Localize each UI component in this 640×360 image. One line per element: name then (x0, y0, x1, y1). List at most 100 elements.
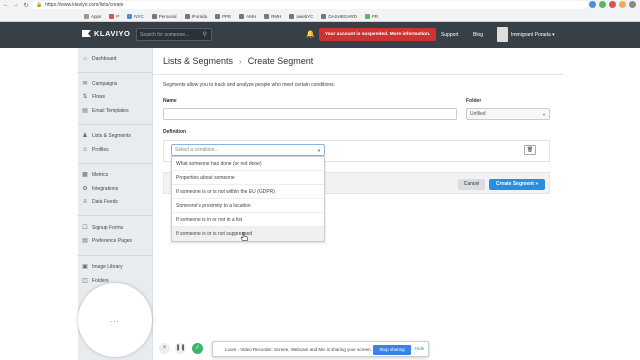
sidebar-item-profiles[interactable]: ☺ Profiles (82, 147, 109, 153)
right-gutter (563, 48, 640, 360)
bookmark[interactable]: PR (364, 13, 378, 19)
sidebar-item-flows[interactable]: ⇅ Flows (82, 94, 105, 100)
megaphone-icon: ✉ (82, 81, 88, 87)
stop-sharing-button[interactable]: Stop sharing (373, 345, 411, 355)
feed-icon: ≡ (83, 199, 87, 205)
folder-icon (264, 13, 270, 19)
logo-flag-icon (82, 30, 91, 37)
support-link[interactable]: Support (441, 32, 459, 38)
sidebar-item-metrics[interactable]: ▩ Metrics (82, 172, 108, 178)
extension-icon[interactable] (609, 1, 616, 8)
sidebar-item-preference-pages[interactable]: ▤ Preference Pages (82, 238, 132, 244)
lock-icon: 🔒 (36, 2, 43, 8)
bookmark-icon (109, 13, 115, 19)
pause-icon[interactable]: ❚❚ (175, 343, 186, 354)
bookmark[interactable]: AMH (239, 13, 256, 19)
folder-icon: ◫ (82, 278, 88, 284)
condition-select[interactable]: Select a condition... ▼ (171, 144, 325, 156)
check-icon[interactable]: ✓ (192, 343, 203, 354)
bookmark-icon (364, 13, 370, 19)
folder-icon (289, 13, 295, 19)
apps-icon (84, 13, 89, 19)
sidebar-item-lists-segments[interactable]: ♟ Lists & Segments (82, 133, 131, 139)
sidebar-item-dashboard[interactable]: ⌂ Dashboard (82, 56, 116, 62)
condition-option[interactable]: Properties about someone (172, 171, 324, 185)
user-menu[interactable]: Immigrant Porada ▾ (511, 32, 555, 38)
users-icon: ♟ (82, 133, 88, 139)
bell-icon[interactable]: 🔔 (306, 30, 315, 38)
trash-icon[interactable]: 🗑 (524, 145, 536, 155)
flow-icon: ⇅ (82, 94, 88, 100)
sidebar-item-campaigns[interactable]: ✉ Campaigns (82, 81, 117, 87)
cancel-button[interactable]: Cancel (458, 179, 485, 190)
klaviyo-logo[interactable]: KLAVIYO (82, 29, 130, 38)
condition-option[interactable]: If someone is or is not suppressed (172, 227, 324, 241)
breadcrumb: Lists & Segments › Create Segment (163, 56, 313, 66)
close-icon[interactable]: × (159, 343, 170, 354)
sidebar-item-data-feeds[interactable]: ≡ Data Feeds (82, 199, 118, 205)
browser-chrome: ← → ↻ 🔒 https://www.klaviyo.com/lists/cr… (0, 0, 640, 22)
definition-label: Definition (163, 129, 187, 135)
page-icon: ▤ (82, 238, 88, 244)
condition-option[interactable]: Someone's proximity to a location (172, 199, 324, 213)
bookmark[interactable]: P (109, 13, 119, 19)
divider (153, 74, 563, 75)
sidebar-item-integrations[interactable]: ⚙ Integrations (82, 186, 118, 192)
menu-icon[interactable] (629, 1, 636, 8)
folder-label: Folder (466, 98, 482, 104)
form-icon: ☐ (82, 225, 88, 231)
left-gutter (0, 48, 78, 360)
bookmark[interactable]: iPorada (184, 13, 207, 19)
bookmarks-bar: Apps P NYC Personal iPorada PPE AMH RMH … (0, 10, 640, 22)
bookmark-icon (127, 13, 133, 19)
sidebar-item-email-templates[interactable]: ▤ Email Templates (82, 108, 128, 114)
url-text: https://www.klaviyo.com/lists/create (45, 2, 124, 8)
folder-icon (321, 13, 327, 19)
bookmark[interactable]: awebYC (289, 13, 313, 19)
breadcrumb-parent[interactable]: Lists & Segments (163, 56, 233, 66)
address-row: ← → ↻ 🔒 https://www.klaviyo.com/lists/cr… (0, 0, 640, 10)
bookmark[interactable]: NYC (127, 13, 144, 19)
sidebar-item-signup-forms[interactable]: ☐ Signup Forms (82, 225, 123, 231)
sidebar-item-folders[interactable]: ◫ Folders (82, 278, 109, 284)
account-suspended-alert[interactable]: Your account is suspended. More informat… (319, 28, 436, 41)
reload-icon[interactable]: ↻ (22, 2, 30, 9)
bookmark[interactable]: DASHBOARD (321, 13, 357, 19)
blog-link[interactable]: Blog (473, 32, 483, 38)
extension-icon[interactable] (589, 1, 596, 8)
divider (78, 255, 153, 256)
bookmark[interactable]: PPE (215, 13, 231, 19)
bookmark[interactable]: RMH (264, 13, 281, 19)
chevron-right-icon: › (239, 56, 242, 66)
extension-icon[interactable] (619, 1, 626, 8)
chart-icon: ▩ (82, 172, 88, 178)
folder-icon (239, 13, 245, 19)
forward-icon[interactable]: → (12, 2, 20, 8)
condition-option[interactable]: What someone has done (or not done) (172, 157, 324, 171)
divider (78, 215, 153, 216)
name-label: Name (163, 98, 177, 104)
create-segment-button[interactable]: Create Segment » (489, 179, 545, 190)
condition-option[interactable]: If someone is or is not within the EU (G… (172, 185, 324, 199)
folder-icon (184, 13, 190, 19)
share-message: Loom - Video Recorder: Screen, Webcam an… (225, 346, 372, 352)
extension-icons (589, 1, 636, 8)
folder-select[interactable]: Unfiled ▼ (466, 108, 550, 120)
hand-cursor-icon (241, 232, 248, 241)
segment-name-input[interactable] (163, 108, 457, 120)
folder-icon (215, 13, 221, 19)
sidebar-item-image-library[interactable]: ▣ Image Library (82, 264, 122, 270)
person-icon: ☺ (82, 147, 89, 153)
bookmark[interactable]: Personal (151, 13, 177, 19)
back-icon[interactable]: ← (2, 2, 10, 8)
condition-option[interactable]: If someone is in or not in a list (172, 213, 324, 227)
bookmark[interactable]: Apps (84, 13, 101, 19)
url-bar[interactable]: 🔒 https://www.klaviyo.com/lists/create (32, 1, 588, 9)
search-input[interactable]: Search for someone... ⚲ (136, 28, 212, 41)
hide-button[interactable]: Hide (415, 346, 424, 351)
caret-down-icon: ▼ (542, 112, 546, 117)
extension-icon[interactable] (599, 1, 606, 8)
divider (78, 163, 153, 164)
avatar[interactable] (497, 27, 508, 42)
webcam-bubble[interactable]: ... (78, 283, 152, 357)
